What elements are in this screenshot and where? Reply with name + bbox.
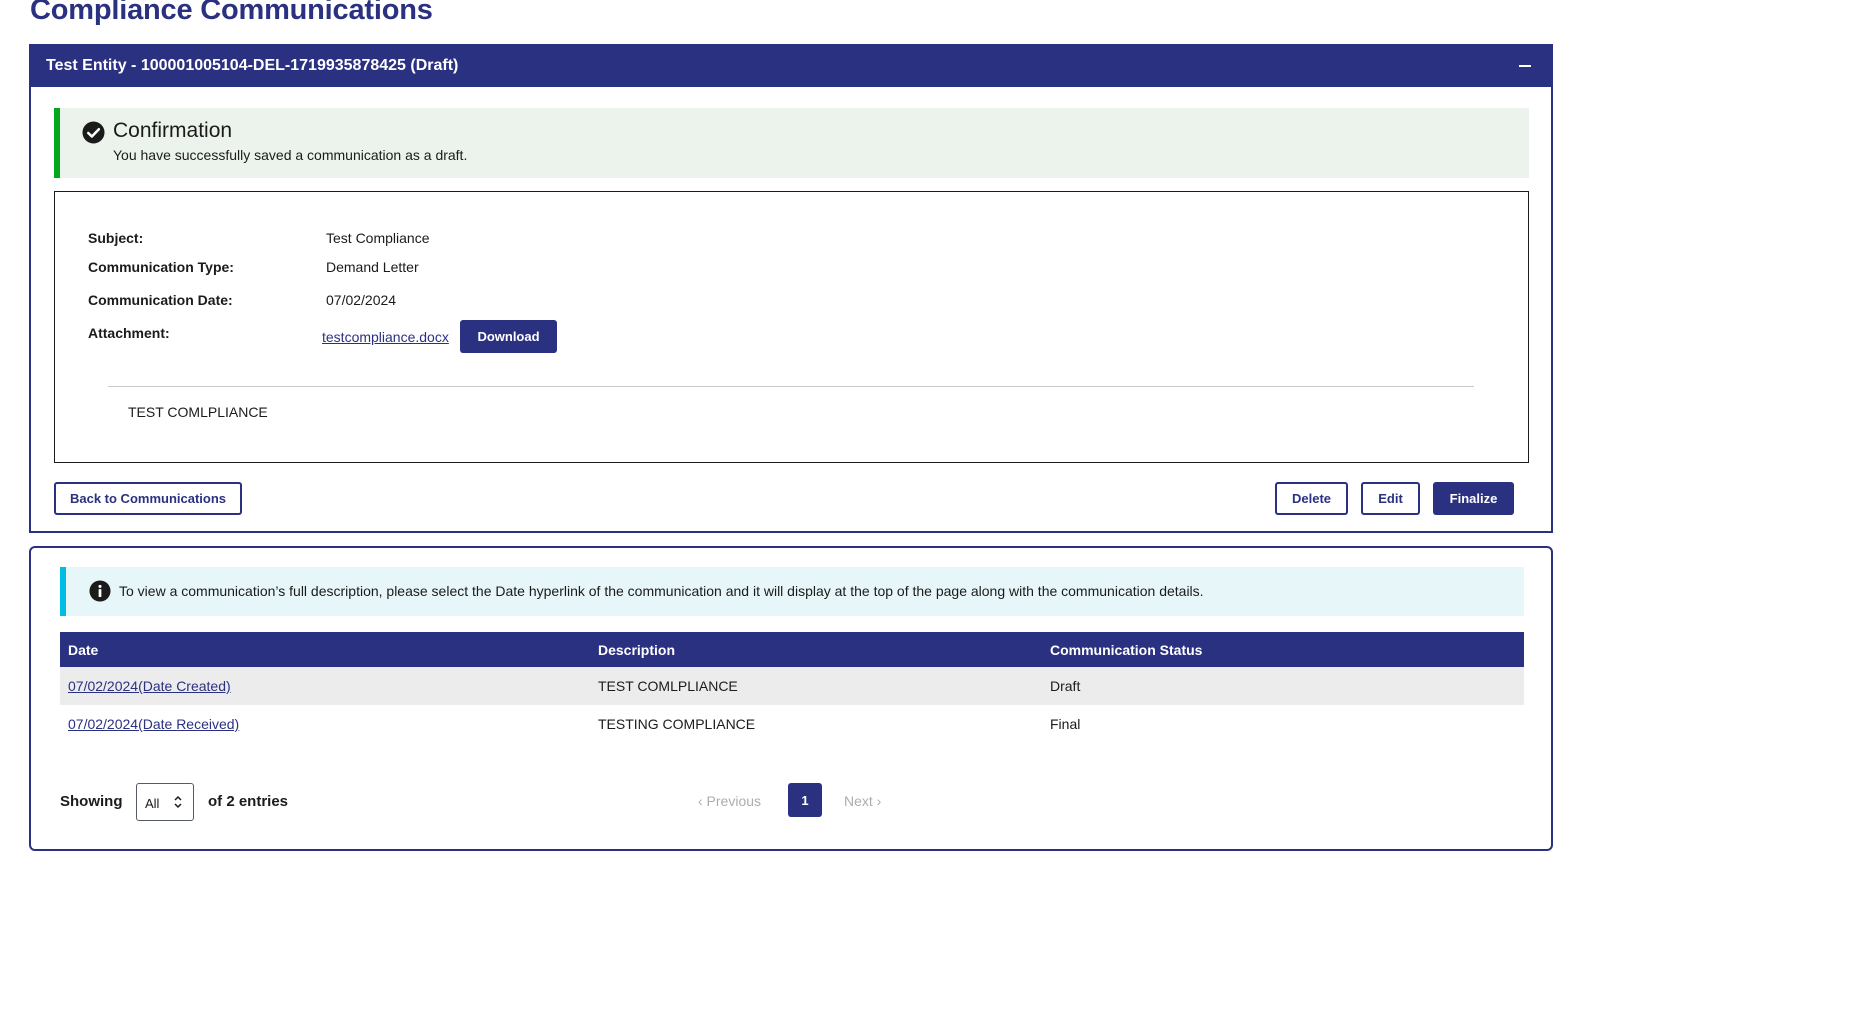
minus-icon[interactable]: [1519, 65, 1531, 67]
subject-value: Test Compliance: [326, 230, 430, 246]
entries-count-label: of 2 entries: [208, 793, 289, 810]
check-circle-icon: [82, 121, 105, 144]
communication-date-value: 07/02/2024: [326, 292, 397, 308]
page-title: Compliance Communications: [30, 0, 433, 26]
confirmation-alert: Confirmation You have successfully saved…: [54, 108, 1529, 178]
confirmation-message: You have successfully saved a communicat…: [113, 147, 468, 163]
page-size-select[interactable]: All: [136, 783, 194, 821]
row-status: Draft: [1050, 678, 1081, 694]
previous-page-button[interactable]: ‹ Previous: [698, 793, 761, 809]
communication-record-panel: Test Entity - 100001005104-DEL-171993587…: [29, 44, 1553, 533]
row-date-link[interactable]: 07/02/2024(Date Received): [68, 716, 239, 732]
panel-header-title: Test Entity - 100001005104-DEL-171993587…: [46, 57, 459, 74]
communication-description: TEST COMLPLIANCE: [128, 404, 268, 420]
attachment-label: Attachment:: [88, 325, 170, 341]
divider: [108, 386, 1474, 387]
communications-history-panel: To view a communication’s full descripti…: [29, 546, 1553, 851]
sort-arrows-icon: [174, 795, 182, 809]
row-date-link[interactable]: 07/02/2024(Date Created): [68, 678, 231, 694]
delete-button[interactable]: Delete: [1275, 482, 1348, 515]
column-header-description[interactable]: Description: [598, 642, 675, 658]
row-status: Final: [1050, 716, 1081, 732]
communications-table: Date Description Communication Status 07…: [60, 632, 1524, 743]
download-button[interactable]: Download: [460, 320, 557, 353]
table-header: Date Description Communication Status: [60, 632, 1524, 667]
info-alert: To view a communication’s full descripti…: [60, 567, 1524, 616]
panel-header[interactable]: Test Entity - 100001005104-DEL-171993587…: [31, 46, 1551, 87]
column-header-date[interactable]: Date: [68, 642, 98, 658]
column-header-status[interactable]: Communication Status: [1050, 642, 1202, 658]
next-page-button[interactable]: Next ›: [844, 793, 881, 809]
page-size-value: All: [145, 796, 160, 811]
table-row: 07/02/2024(Date Received) TESTING COMPLI…: [60, 705, 1524, 743]
showing-label: Showing: [60, 793, 123, 810]
edit-button[interactable]: Edit: [1361, 482, 1420, 515]
back-to-communications-button[interactable]: Back to Communications: [54, 482, 242, 515]
finalize-button[interactable]: Finalize: [1433, 482, 1514, 515]
info-text: To view a communication’s full descripti…: [119, 583, 1204, 599]
communication-date-label: Communication Date:: [88, 292, 233, 308]
communication-type-label: Communication Type:: [88, 259, 234, 275]
page-1-button[interactable]: 1: [788, 783, 822, 817]
communication-details: Subject: Test Compliance Communication T…: [54, 191, 1529, 463]
table-row: 07/02/2024(Date Created) TEST COMLPLIANC…: [60, 667, 1524, 705]
row-description: TEST COMLPLIANCE: [598, 678, 738, 694]
confirmation-title: Confirmation: [113, 119, 233, 142]
info-icon: [89, 580, 111, 602]
communication-type-value: Demand Letter: [326, 259, 419, 275]
attachment-link[interactable]: testcompliance.docx: [322, 329, 449, 345]
row-description: TESTING COMPLIANCE: [598, 716, 756, 732]
subject-label: Subject:: [88, 230, 144, 246]
